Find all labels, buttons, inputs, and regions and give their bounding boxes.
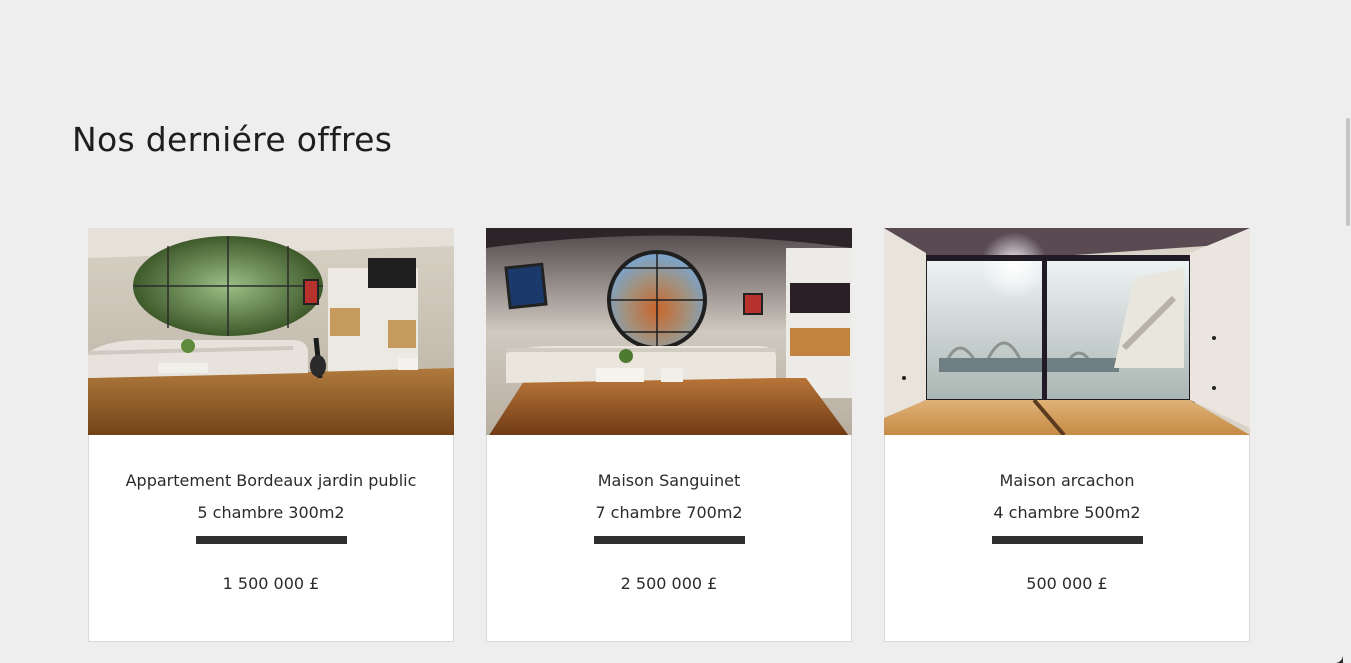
divider	[195, 536, 347, 544]
listing-card[interactable]: Appartement Bordeaux jardin public 5 cha…	[88, 228, 454, 642]
scrollbar[interactable]	[1343, 0, 1351, 663]
divider	[991, 536, 1143, 544]
scrollbar-thumb[interactable]	[1346, 118, 1350, 226]
listing-price: 2 500 000 £	[620, 574, 718, 593]
listing-title[interactable]: Maison Sanguinet	[598, 471, 741, 490]
section-title: Nos derniére offres	[72, 120, 393, 159]
listing-cards: Appartement Bordeaux jardin public 5 cha…	[88, 228, 1250, 642]
listing-price: 500 000 £	[1026, 574, 1108, 593]
divider	[593, 536, 745, 544]
listing-details: 7 chambre 700m2	[595, 503, 743, 522]
page: Nos derniére offres Appartement Bordeaux…	[0, 0, 1343, 663]
listing-photo-living-room-round-window	[486, 228, 852, 435]
listing-card[interactable]: Maison arcachon 4 chambre 500m2 500 000 …	[884, 228, 1250, 642]
listing-card[interactable]: Maison Sanguinet 7 chambre 700m2 2 500 0…	[486, 228, 852, 642]
listing-title[interactable]: Maison arcachon	[1000, 471, 1135, 490]
listing-title[interactable]: Appartement Bordeaux jardin public	[126, 471, 417, 490]
listing-details: 5 chambre 300m2	[197, 503, 345, 522]
listing-photo-glass-wall-room	[884, 228, 1250, 435]
listing-photo-living-room-oval-window	[88, 228, 454, 435]
listing-details: 4 chambre 500m2	[993, 503, 1141, 522]
listing-price: 1 500 000 £	[222, 574, 320, 593]
